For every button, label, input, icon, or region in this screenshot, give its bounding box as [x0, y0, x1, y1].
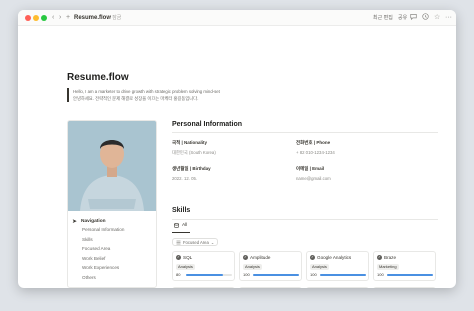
list-icon	[176, 240, 181, 244]
skill-level-number: 100	[243, 272, 250, 277]
nav-item-personal-information[interactable]: Personal Information	[72, 225, 154, 235]
skill-card[interactable]: ✓MS Office	[306, 287, 369, 288]
skill-card[interactable]: ✓ Amplitude Analysis 100	[239, 251, 302, 281]
skill-level-fill	[387, 274, 433, 276]
minimize-window-button[interactable]	[33, 15, 39, 21]
email-value: name@gmail.com	[296, 176, 331, 181]
add-page-icon[interactable]: +	[66, 13, 70, 23]
check-circle-icon: ✓	[243, 255, 248, 260]
skill-level-fill	[320, 274, 366, 276]
close-window-button[interactable]	[25, 15, 31, 21]
skill-level-bar	[320, 274, 366, 276]
nav-item-others[interactable]: Others	[72, 273, 154, 283]
private-label: 🔒︎ 잠금	[108, 15, 122, 21]
filter-label: Focused Area	[183, 239, 209, 245]
skill-card[interactable]: ✓ Braze Marketing 100	[373, 251, 436, 281]
skill-name-text: Braze	[384, 255, 397, 260]
skill-card[interactable]: ✓Figma	[172, 287, 235, 288]
clock-icon[interactable]	[422, 13, 429, 24]
personal-information-heading: Personal Information	[172, 121, 243, 128]
skill-name: ✓ SQL	[176, 255, 192, 260]
chevron-down-icon: ⌄	[210, 239, 215, 245]
skill-name-text: SQL	[183, 255, 193, 260]
skill-name-text: Google Analytics	[317, 255, 352, 260]
skill-tag: Marketing	[377, 264, 399, 270]
chevron-right-icon[interactable]: ›	[59, 13, 61, 23]
navigation-header: ➤ Navigation	[72, 217, 154, 225]
skill-level-number: 100	[310, 272, 317, 277]
nationality-value: 대한민국 (South Korea)	[172, 150, 216, 155]
title-bar: ‹ › + Resume.flow 🔒︎ 잠금 최근 편집 공유 ☆ ···	[18, 10, 456, 26]
check-circle-icon: ✓	[310, 255, 315, 260]
skill-level-number: 80	[176, 272, 181, 277]
birthday-label: 생년월일 | Birthday	[172, 166, 211, 171]
skill-level-number: 100	[377, 272, 384, 277]
nav-item-work-experiences[interactable]: Work Experiences	[72, 263, 154, 273]
skill-level-fill	[253, 274, 299, 276]
nav-item-skills[interactable]: Skills	[72, 235, 154, 245]
personal-divider	[172, 132, 438, 133]
check-circle-icon: ✓	[176, 255, 181, 260]
intro-korean: 안녕하세요. 전략적인 문제 해결로 성장을 이끄는 마케터 홍길동입니다.	[73, 96, 199, 101]
profile-photo	[68, 121, 156, 211]
tab-all[interactable]: All	[174, 223, 187, 228]
skill-card[interactable]: ✓Adobe Photoshop	[239, 287, 302, 288]
skill-level-bar	[387, 274, 433, 276]
maximize-window-button[interactable]	[41, 15, 47, 21]
nav-item-work-belief[interactable]: Work Belief	[72, 254, 154, 264]
more-icon[interactable]: ···	[445, 13, 452, 23]
nav-item-focused-area[interactable]: Focused Area	[72, 244, 154, 254]
skill-level-fill	[186, 274, 223, 276]
page-breadcrumb[interactable]: Resume.flow	[74, 13, 111, 23]
comment-icon[interactable]	[410, 13, 417, 24]
skill-name: ✓ Google Analytics	[310, 255, 351, 260]
skills-heading: Skills	[172, 207, 191, 214]
intro-english: Hello, I am a marketer to drive growth w…	[73, 89, 220, 94]
skill-name: ✓ Amplitude	[243, 255, 270, 260]
birthday-value: 2022. 12. 05.	[172, 176, 198, 181]
focused-area-filter[interactable]: Focused Area ⌄	[172, 238, 219, 246]
page-title: Resume.flow	[67, 72, 129, 83]
skill-tag: Analysis	[243, 264, 262, 270]
phone-label: 전화번호 | Phone	[296, 140, 331, 145]
tab-all-label: All	[182, 223, 188, 228]
navigation-title: Navigation	[81, 218, 106, 224]
share-button[interactable]: 공유	[398, 13, 407, 23]
skill-level-bar	[186, 274, 232, 276]
tab-all-underline	[172, 232, 190, 234]
edited-label: 최근 편집	[373, 15, 393, 21]
navigation-block: ➤ Navigation Personal Information Skills…	[72, 217, 154, 283]
check-circle-icon: ✓	[377, 255, 382, 260]
skill-card[interactable]: ✓ SQL Analysis 80	[172, 251, 235, 281]
skill-level-bar	[253, 274, 299, 276]
skill-tag: Analysis	[176, 264, 195, 270]
intro-quote: Hello, I am a marketer to drive growth w…	[67, 88, 287, 102]
phone-value: + 82 010-1234-1234	[296, 150, 335, 155]
database-icon	[174, 223, 179, 228]
skill-card[interactable]: ✓Slack	[373, 287, 436, 288]
skills-divider	[172, 219, 438, 220]
profile-card: ➤ Navigation Personal Information Skills…	[67, 120, 157, 288]
skill-name: ✓ Braze	[377, 255, 396, 260]
app-window: ‹ › + Resume.flow 🔒︎ 잠금 최근 편집 공유 ☆ ··· R…	[18, 10, 456, 288]
chevron-left-icon[interactable]: ‹	[52, 13, 54, 23]
skill-card[interactable]: ✓ Google Analytics Analysis 100	[306, 251, 369, 281]
skill-name-text: Amplitude	[250, 255, 271, 260]
star-icon[interactable]: ☆	[434, 13, 440, 23]
nationality-label: 국적 | Nationality	[172, 140, 208, 145]
navigation-arrow-icon: ➤	[72, 218, 78, 225]
skill-tag: Analysis	[310, 264, 329, 270]
email-label: 이메일 | Email	[296, 166, 325, 171]
